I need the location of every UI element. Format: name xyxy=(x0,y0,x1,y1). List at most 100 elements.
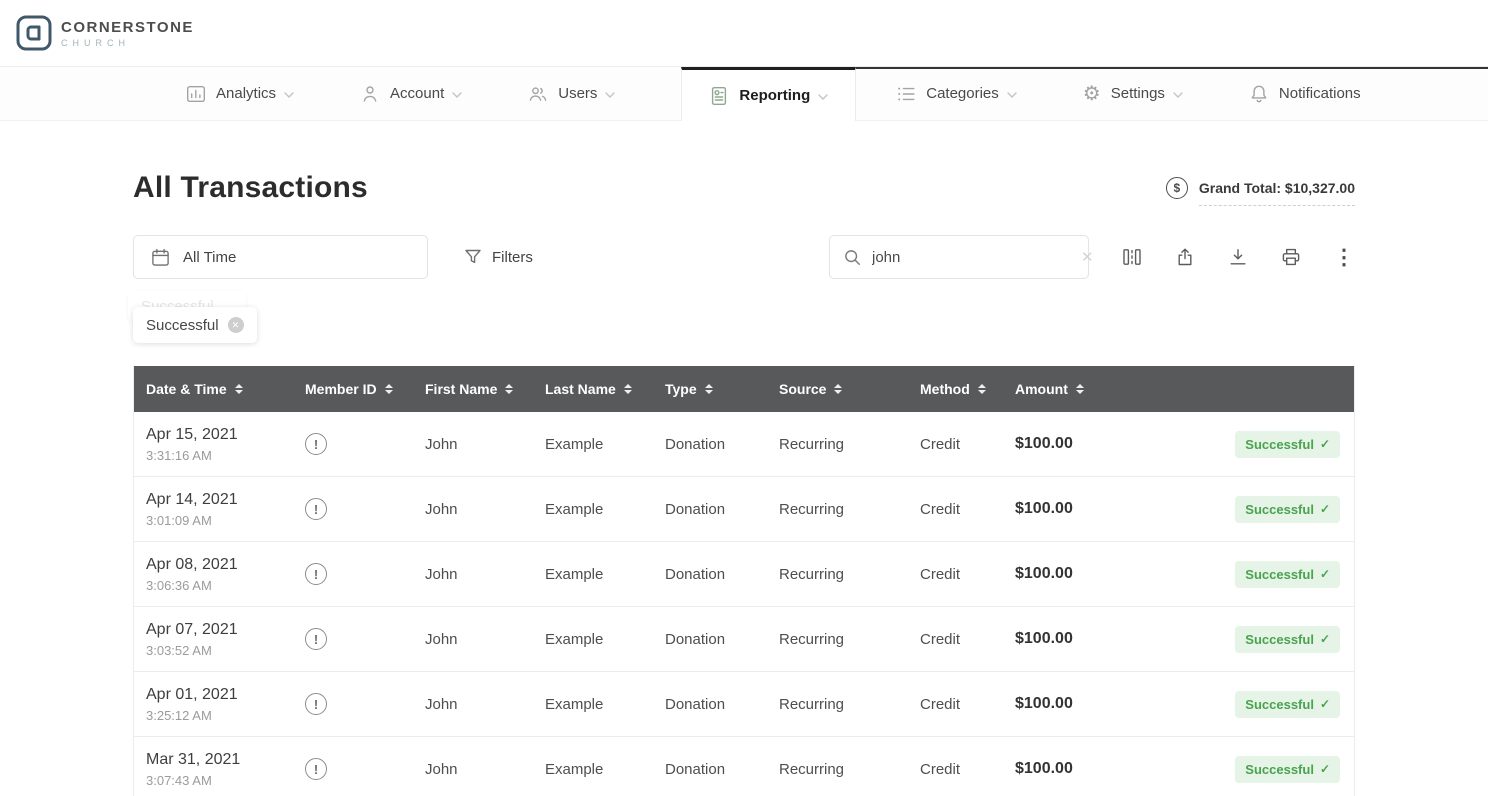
account-icon xyxy=(360,84,380,104)
type-cell: Donation xyxy=(665,696,779,713)
chevron-down-icon xyxy=(284,92,294,98)
filters-button[interactable]: Filters xyxy=(464,248,533,266)
dollar-icon: $ xyxy=(1166,177,1188,199)
status-badge: Successful ✓ xyxy=(1235,691,1340,718)
column-header-last-name[interactable]: Last Name xyxy=(545,381,665,397)
last-name-cell: Example xyxy=(545,761,665,778)
grand-total-text: Grand Total: $10,327.00 xyxy=(1199,180,1355,206)
top-bar: CORNERSTONE CHURCH xyxy=(0,0,1488,67)
type-cell: Donation xyxy=(665,566,779,583)
last-name-cell: Example xyxy=(545,631,665,648)
bell-icon xyxy=(1249,84,1269,104)
status-badge: Successful ✓ xyxy=(1235,626,1340,653)
method-cell: Credit xyxy=(920,501,1015,518)
method-cell: Credit xyxy=(920,631,1015,648)
transaction-time: 3:06:36 AM xyxy=(146,578,305,593)
column-header-date-time[interactable]: Date & Time xyxy=(146,381,305,397)
member-id-alert-icon[interactable]: ! xyxy=(305,693,327,715)
categories-icon xyxy=(896,84,916,104)
check-icon: ✓ xyxy=(1320,697,1330,711)
sort-icon xyxy=(624,384,632,394)
chevron-down-icon xyxy=(818,94,828,100)
first-name-cell: John xyxy=(425,696,545,713)
table-body: Apr 15, 2021 3:31:16 AM ! John Example D… xyxy=(134,412,1354,796)
first-name-cell: John xyxy=(425,501,545,518)
column-header-amount[interactable]: Amount xyxy=(1015,381,1145,397)
church-logo-icon xyxy=(15,14,53,52)
grand-total: $ Grand Total: $10,327.00 xyxy=(1166,177,1355,199)
date-range-picker[interactable]: All Time xyxy=(133,235,428,279)
download-icon[interactable] xyxy=(1227,246,1249,268)
nav-item-settings[interactable]: ⚙ Settings xyxy=(1083,67,1183,120)
table-row[interactable]: Apr 08, 2021 3:06:36 AM ! John Example D… xyxy=(134,542,1354,607)
member-id-alert-icon[interactable]: ! xyxy=(305,433,327,455)
share-icon[interactable] xyxy=(1174,246,1196,268)
sort-icon xyxy=(385,384,393,394)
column-header-source[interactable]: Source xyxy=(779,381,920,397)
kebab-menu-icon[interactable]: ⋮ xyxy=(1333,246,1355,268)
search-box: ✕ xyxy=(829,235,1089,279)
transaction-date: Apr 14, 2021 xyxy=(146,491,305,509)
nav-item-notifications[interactable]: Notifications xyxy=(1249,67,1361,120)
gear-icon: ⚙ xyxy=(1083,84,1101,104)
type-cell: Donation xyxy=(665,501,779,518)
analytics-icon xyxy=(186,84,206,104)
search-input[interactable] xyxy=(872,249,1071,266)
nav-item-users[interactable]: Users xyxy=(528,67,615,120)
transactions-table: Date & Time Member ID First Name Last Na… xyxy=(133,366,1355,796)
page-title: All Transactions xyxy=(133,171,368,205)
status-label: Successful xyxy=(1245,632,1314,647)
source-cell: Recurring xyxy=(779,501,920,518)
check-icon: ✓ xyxy=(1320,502,1330,516)
member-id-alert-icon[interactable]: ! xyxy=(305,498,327,520)
member-id-alert-icon[interactable]: ! xyxy=(305,758,327,780)
chip-remove-icon[interactable]: ✕ xyxy=(228,317,244,333)
nav-label: Categories xyxy=(926,85,999,102)
columns-icon[interactable] xyxy=(1121,246,1143,268)
nav-label: Notifications xyxy=(1279,85,1361,102)
status-badge: Successful ✓ xyxy=(1235,496,1340,523)
filter-chip-label: Successful xyxy=(146,317,219,334)
nav-item-categories[interactable]: Categories xyxy=(896,67,1017,120)
transaction-time: 3:03:52 AM xyxy=(146,643,305,658)
print-icon[interactable] xyxy=(1280,246,1302,268)
member-id-alert-icon[interactable]: ! xyxy=(305,628,327,650)
sort-icon xyxy=(978,384,986,394)
member-id-alert-icon[interactable]: ! xyxy=(305,563,327,585)
main-nav: Analytics Account xyxy=(0,67,1488,121)
app-screen: CORNERSTONE CHURCH Analytics xyxy=(0,0,1488,796)
table-row[interactable]: Apr 07, 2021 3:03:52 AM ! John Example D… xyxy=(134,607,1354,672)
nav-item-reporting[interactable]: Reporting xyxy=(681,67,856,121)
last-name-cell: Example xyxy=(545,501,665,518)
search-clear-icon[interactable]: ✕ xyxy=(1081,248,1094,266)
table-row[interactable]: Apr 15, 2021 3:31:16 AM ! John Example D… xyxy=(134,412,1354,477)
calendar-icon xyxy=(151,248,170,267)
check-icon: ✓ xyxy=(1320,437,1330,451)
method-cell: Credit xyxy=(920,761,1015,778)
brand-line2: CHURCH xyxy=(61,38,194,48)
nav-item-analytics[interactable]: Analytics xyxy=(186,67,294,120)
chevron-down-icon xyxy=(452,92,462,98)
status-label: Successful xyxy=(1245,697,1314,712)
nav-item-account[interactable]: Account xyxy=(360,67,462,120)
status-label: Successful xyxy=(1245,502,1314,517)
column-header-method[interactable]: Method xyxy=(920,381,1015,397)
sort-icon xyxy=(1076,384,1084,394)
first-name-cell: John xyxy=(425,761,545,778)
source-cell: Recurring xyxy=(779,761,920,778)
column-header-member-id[interactable]: Member ID xyxy=(305,381,425,397)
first-name-cell: John xyxy=(425,631,545,648)
table-row[interactable]: Apr 01, 2021 3:25:12 AM ! John Example D… xyxy=(134,672,1354,737)
table-row[interactable]: Apr 14, 2021 3:01:09 AM ! John Example D… xyxy=(134,477,1354,542)
nav-label: Analytics xyxy=(216,85,276,102)
source-cell: Recurring xyxy=(779,696,920,713)
brand-logo[interactable]: CORNERSTONE CHURCH xyxy=(15,14,194,52)
filter-chip-successful[interactable]: Successful ✕ xyxy=(133,307,257,343)
status-badge: Successful ✓ xyxy=(1235,431,1340,458)
check-icon: ✓ xyxy=(1320,762,1330,776)
nav-label: Account xyxy=(390,85,444,102)
source-cell: Recurring xyxy=(779,631,920,648)
table-row[interactable]: Mar 31, 2021 3:07:43 AM ! John Example D… xyxy=(134,737,1354,796)
column-header-first-name[interactable]: First Name xyxy=(425,381,545,397)
column-header-type[interactable]: Type xyxy=(665,381,779,397)
